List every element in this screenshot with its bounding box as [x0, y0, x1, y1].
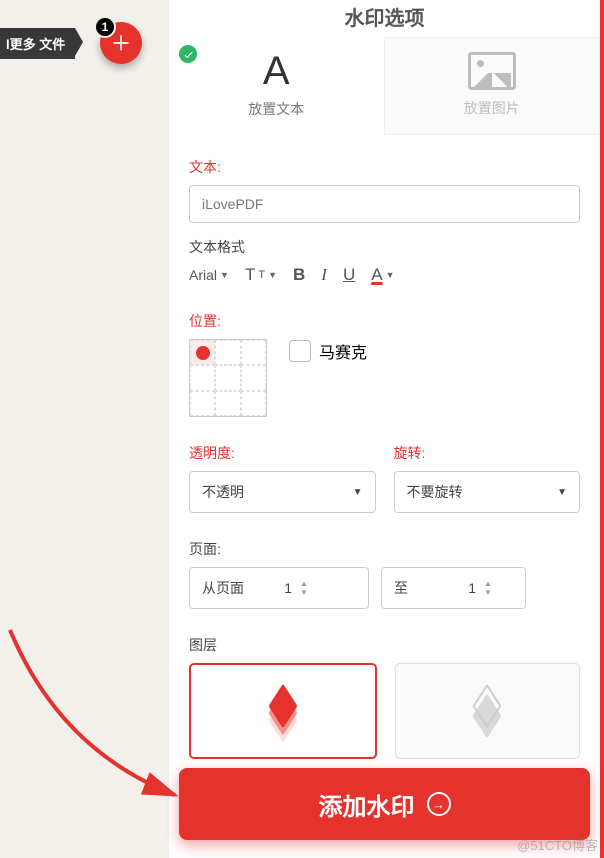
pos-mid-right[interactable]	[241, 365, 266, 390]
pos-bot-left[interactable]	[190, 391, 215, 416]
page-from-input[interactable]: 从页面 1 ▲▼	[189, 567, 369, 609]
pos-mid-center[interactable]	[215, 365, 240, 390]
layers-above-icon	[261, 693, 305, 729]
mosaic-checkbox[interactable]	[289, 340, 311, 362]
layers-label: 图层	[189, 635, 580, 655]
pos-top-center[interactable]	[215, 340, 240, 365]
italic-button[interactable]: I	[321, 265, 327, 285]
tab-text-label: 放置文本	[169, 99, 384, 119]
font-size-select[interactable]: TT▼	[245, 265, 277, 285]
pos-mid-left[interactable]	[190, 365, 215, 390]
layer-above[interactable]	[189, 663, 377, 759]
more-files-tag: l更多 文件	[0, 28, 75, 59]
tab-place-image[interactable]: 放置图片	[384, 37, 601, 135]
bold-button[interactable]: B	[293, 265, 305, 285]
text-label: 文本:	[189, 157, 580, 177]
opacity-label: 透明度:	[189, 443, 376, 463]
position-label: 位置:	[189, 311, 580, 331]
font-family-select[interactable]: Arial▼	[189, 267, 229, 283]
add-watermark-button[interactable]: 添加水印 →	[179, 768, 590, 840]
opacity-select[interactable]: 不透明▼	[189, 471, 376, 513]
image-icon	[468, 52, 516, 90]
chevron-up-icon[interactable]: ▲	[300, 580, 314, 588]
blog-watermark: @51CTO博客	[517, 835, 598, 854]
position-grid	[189, 339, 267, 417]
pos-bot-center[interactable]	[215, 391, 240, 416]
pages-label: 页面:	[189, 539, 580, 559]
layers-below-icon	[465, 693, 509, 729]
plus-icon	[111, 33, 131, 53]
mosaic-label: 马赛克	[319, 339, 367, 363]
arrow-right-icon: →	[427, 792, 451, 816]
rotate-select[interactable]: 不要旋转▼	[394, 471, 581, 513]
chevron-down-icon[interactable]: ▼	[300, 589, 314, 597]
file-count-badge: 1	[94, 16, 116, 38]
text-icon: A	[169, 51, 384, 91]
page-to-input[interactable]: 至 1 ▲▼	[381, 567, 526, 609]
pos-top-left[interactable]	[190, 340, 215, 365]
format-label: 文本格式	[189, 237, 580, 257]
tab-place-text[interactable]: A 放置文本	[169, 37, 384, 135]
chevron-up-icon[interactable]: ▲	[484, 580, 498, 588]
rotate-label: 旋转:	[394, 443, 581, 463]
tab-image-label: 放置图片	[385, 98, 600, 118]
panel-title: 水印选项	[169, 0, 600, 37]
pos-top-right[interactable]	[241, 340, 266, 365]
font-color-select[interactable]: A▼	[371, 265, 394, 285]
watermark-panel: 水印选项 A 放置文本 放置图片 文本: 文本格式 Arial▼ TT▼	[168, 0, 604, 858]
chevron-down-icon[interactable]: ▼	[484, 589, 498, 597]
check-icon	[179, 45, 197, 63]
add-file-button[interactable]: 1	[100, 22, 142, 64]
underline-button[interactable]: U	[343, 265, 355, 285]
pos-bot-right[interactable]	[241, 391, 266, 416]
watermark-text-input[interactable]	[189, 185, 580, 223]
layer-below[interactable]	[395, 663, 581, 759]
